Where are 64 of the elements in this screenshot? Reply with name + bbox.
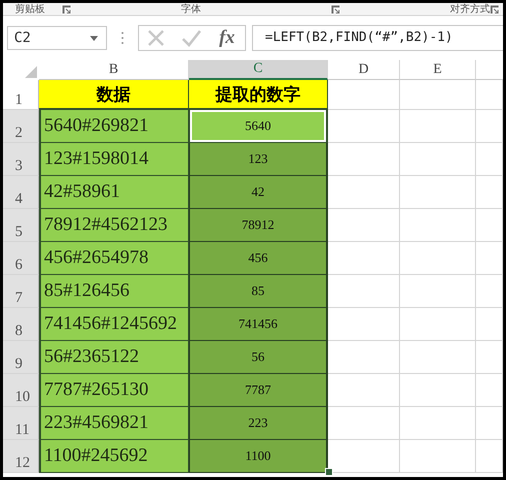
empty-cell <box>476 176 503 209</box>
empty-cell <box>476 374 503 407</box>
row-header[interactable]: 6 <box>3 242 39 275</box>
row-header[interactable]: 9 <box>3 341 39 374</box>
row-header[interactable]: 7 <box>3 275 39 308</box>
empty-cell <box>476 341 503 374</box>
row-header[interactable]: 4 <box>3 176 39 209</box>
empty-cell <box>476 143 503 176</box>
table-cell: 741456#1245692 <box>39 308 189 341</box>
row-header[interactable]: 2 <box>3 110 39 143</box>
table-cell: 7787#265130 <box>39 374 189 407</box>
empty-cell <box>476 308 503 341</box>
table-cell: 456#2654978 <box>39 242 189 275</box>
table-cell: 78912 <box>189 209 328 242</box>
table-cell: 85#126456 <box>39 275 189 308</box>
ribbon-group-label: 字体 <box>181 5 202 15</box>
insert-function-button[interactable]: fx <box>217 28 237 48</box>
table-cell: 85 <box>189 275 328 308</box>
grip-icon <box>121 31 124 45</box>
row-header[interactable]: 12 <box>3 440 39 473</box>
empty-cell <box>476 440 503 473</box>
row-header[interactable]: 11 <box>3 407 39 440</box>
table-cell: 1100 <box>189 440 328 473</box>
empty-cell <box>476 275 503 308</box>
table-cell: 123#1598014 <box>39 143 189 176</box>
table-cell: 1100#245692 <box>39 440 189 473</box>
row-header[interactable]: 3 <box>3 143 39 176</box>
dialog-launcher-icon[interactable] <box>331 5 340 14</box>
check-icon[interactable] <box>181 29 202 47</box>
empty-cell <box>476 242 503 275</box>
empty-cell <box>476 110 503 143</box>
column-header[interactable]: B <box>39 60 189 80</box>
table-cell: 223 <box>189 407 328 440</box>
table-cell: 741456 <box>189 308 328 341</box>
row-header[interactable]: 8 <box>3 308 39 341</box>
dialog-launcher-icon[interactable] <box>62 5 72 14</box>
column-header[interactable]: E <box>400 60 476 80</box>
table-cell: 5640#269821 <box>39 110 189 143</box>
table-cell: 7787 <box>189 374 328 407</box>
fill-handle[interactable] <box>325 468 333 476</box>
table-cell: 56 <box>189 341 328 374</box>
ribbon-group-label: 剪贴板 <box>15 5 45 15</box>
table-cell: 提取的数字 <box>189 80 328 110</box>
table-cell: 123 <box>189 143 328 176</box>
caret-icon[interactable] <box>90 36 98 40</box>
dialog-launcher-icon[interactable] <box>490 5 499 14</box>
table-cell: 42#58961 <box>39 176 189 209</box>
name-box[interactable]: C2 <box>7 26 107 50</box>
formula-field[interactable]: =LEFT(B2,FIND(“#”,B2)-1) <box>252 25 503 51</box>
table-cell: 78912#4562123 <box>39 209 189 242</box>
table-cell: 数据 <box>39 80 189 110</box>
empty-cell <box>476 407 503 440</box>
table-cell: 456 <box>189 242 328 275</box>
empty-cell <box>476 209 503 242</box>
ribbon-group-label: 对齐方式 <box>450 5 490 15</box>
table-cell: 42 <box>189 176 328 209</box>
row-header[interactable]: 1 <box>3 80 39 110</box>
row-header[interactable]: 10 <box>3 374 39 407</box>
table-cell: 5640 <box>189 110 328 143</box>
table-cell: 223#4569821 <box>39 407 189 440</box>
row-header[interactable]: 5 <box>3 209 39 242</box>
table-cell: 56#2365122 <box>39 341 189 374</box>
column-header[interactable]: D <box>328 60 400 80</box>
column-header[interactable]: C <box>189 60 328 80</box>
